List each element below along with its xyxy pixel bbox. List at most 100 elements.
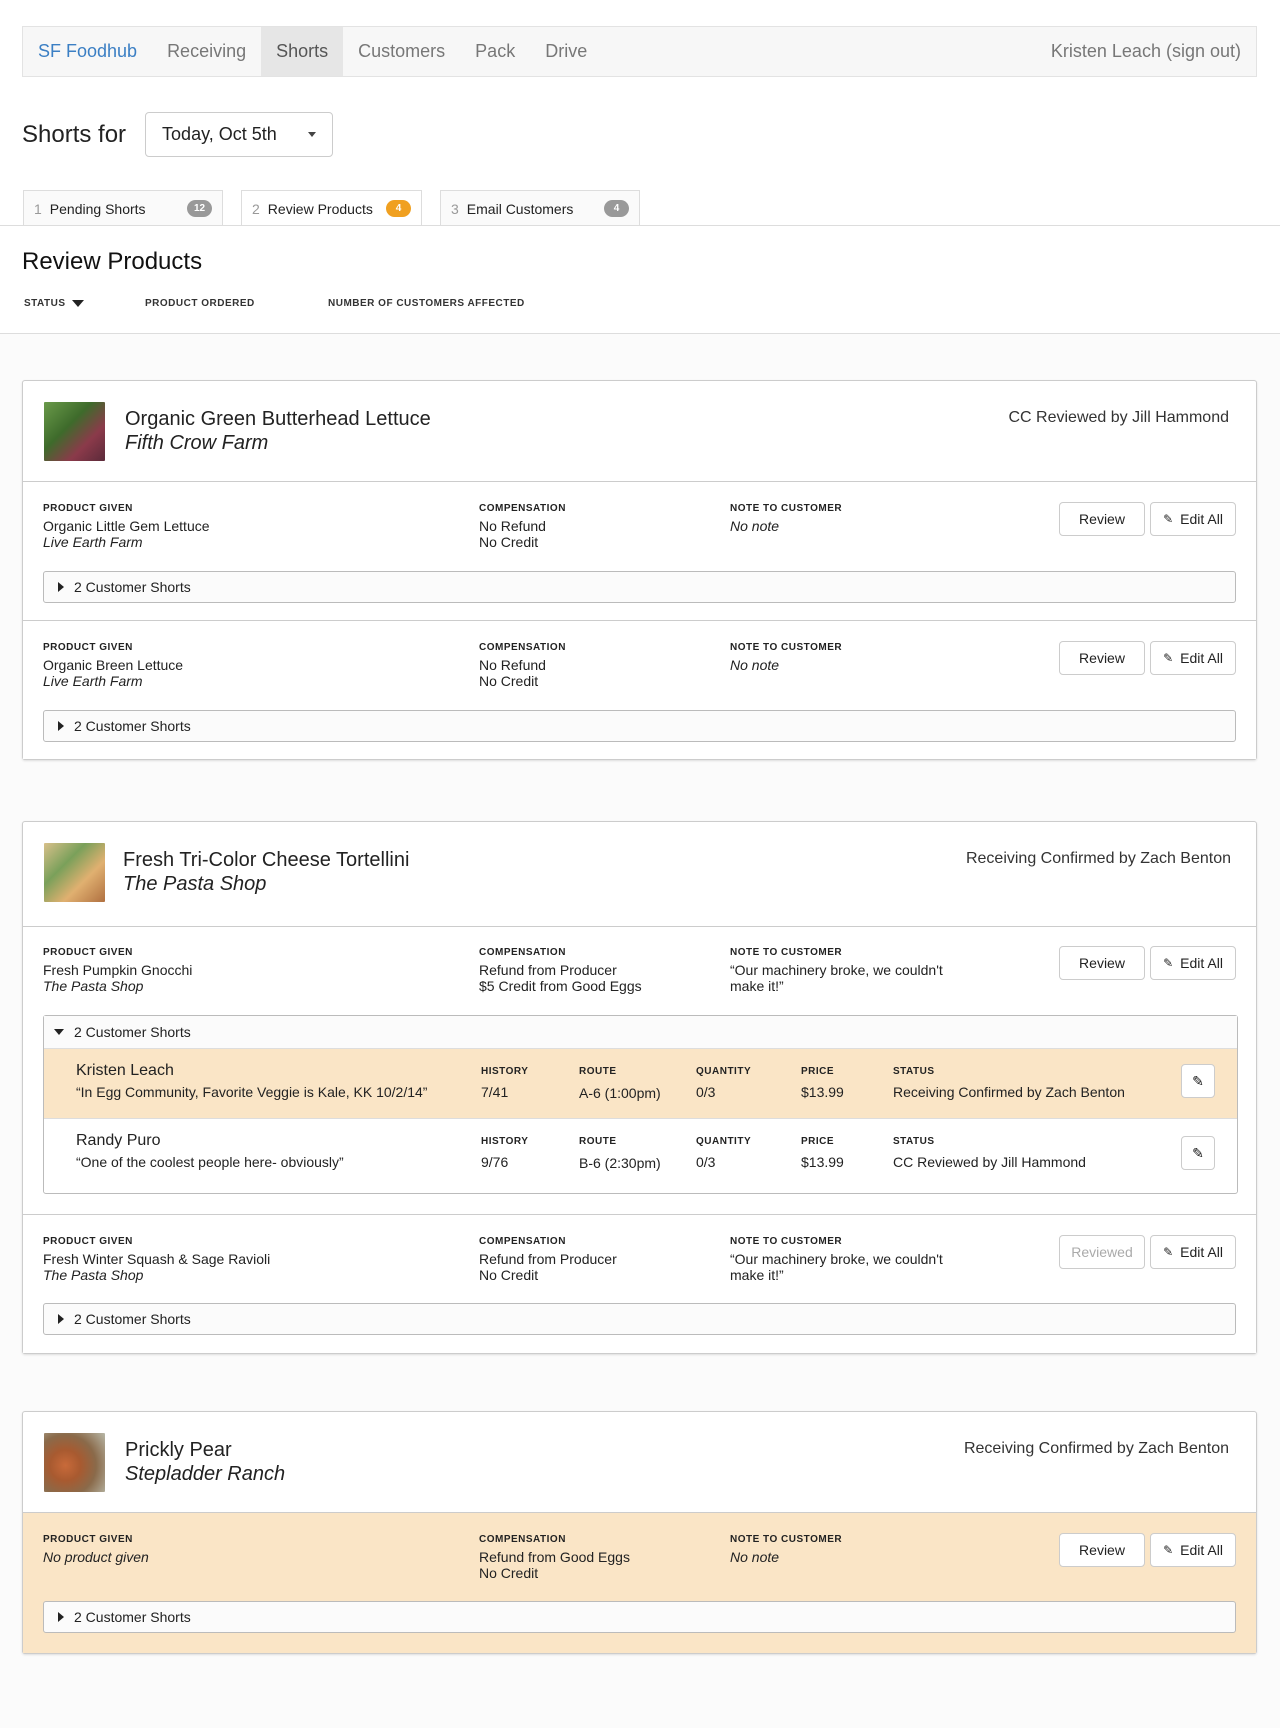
toggle-label: 2 Customer Shorts — [74, 579, 191, 595]
history-value: 7/41 — [481, 1084, 509, 1100]
button-label: Edit All — [1180, 955, 1223, 971]
customers-affected-header[interactable]: NUMBER OF CUSTOMERS AFFECTED — [328, 298, 525, 309]
card-header: Organic Green Butterhead Lettuce Fifth C… — [23, 381, 1256, 482]
nav-shorts[interactable]: Shorts — [261, 27, 344, 76]
pencil-icon: ✎ — [1163, 512, 1174, 526]
date-dropdown[interactable]: Today, Oct 5th — [145, 112, 334, 157]
customer-shorts-toggle[interactable]: 2 Customer Shorts — [44, 1016, 1237, 1049]
price-value: $13.99 — [801, 1154, 844, 1170]
credit-value: $5 Credit from Good Eggs — [479, 978, 642, 994]
status-value: Receiving Confirmed by Zach Benton — [893, 1084, 1125, 1100]
button-label: Edit All — [1180, 650, 1223, 666]
status-label: STATUS — [893, 1136, 935, 1147]
product-image — [44, 402, 105, 461]
product-given-name: Organic Breen Lettuce — [43, 657, 184, 673]
pencil-icon: ✎ — [1163, 1245, 1174, 1259]
compensation-label: COMPENSATION — [479, 642, 566, 653]
pencil-icon: ✎ — [1192, 1144, 1204, 1161]
route-label: ROUTE — [579, 1066, 617, 1077]
compensation-label: COMPENSATION — [479, 503, 566, 514]
note-value: No note — [730, 518, 780, 534]
edit-customer-short-button[interactable]: ✎ — [1181, 1064, 1215, 1098]
product-given-name: No product given — [43, 1549, 149, 1565]
section-title: Review Products — [22, 248, 203, 275]
product-image — [44, 843, 105, 902]
tab-label: Email Customers — [466, 200, 574, 217]
edit-all-button[interactable]: ✎ Edit All — [1150, 502, 1236, 536]
customer-shorts-toggle[interactable]: 2 Customer Shorts — [43, 1303, 1236, 1335]
toggle-label: 2 Customer Shorts — [74, 718, 191, 734]
substitution-row: PRODUCT GIVEN Organic Breen Lettuce Live… — [23, 621, 1256, 759]
shorts-for-header: Shorts for Today, Oct 5th — [22, 112, 334, 157]
customer-shorts-toggle[interactable]: 2 Customer Shorts — [43, 571, 1236, 603]
customer-shorts-panel: 2 Customer Shorts Kristen Leach “In Egg … — [43, 1015, 1238, 1194]
edit-all-button[interactable]: ✎ Edit All — [1150, 641, 1236, 675]
pencil-icon: ✎ — [1163, 1543, 1174, 1557]
customer-short-row: Kristen Leach “In Egg Community, Favorit… — [44, 1049, 1237, 1119]
nav-drive[interactable]: Drive — [530, 27, 602, 76]
customer-note: “One of the coolest people here- obvious… — [76, 1154, 344, 1170]
customer-shorts-toggle[interactable]: 2 Customer Shorts — [43, 710, 1236, 742]
product-ordered-header[interactable]: PRODUCT ORDERED — [145, 298, 255, 309]
product-name: Fresh Tri-Color Cheese Tortellini — [123, 849, 410, 871]
substitution-row: PRODUCT GIVEN Organic Little Gem Lettuce… — [23, 482, 1256, 621]
product-name: Prickly Pear — [125, 1439, 232, 1461]
review-products-header: Review Products STATUS PRODUCT ORDERED N… — [0, 226, 1280, 334]
quantity-value: 0/3 — [696, 1084, 716, 1100]
note-value-line2: make it!” — [730, 978, 784, 994]
user-signout-link[interactable]: Kristen Leach (sign out) — [1051, 27, 1256, 76]
review-button[interactable]: Review — [1059, 1533, 1145, 1567]
tab-email-customers[interactable]: 3 Email Customers 4 — [440, 190, 640, 226]
history-value: 9/76 — [481, 1154, 509, 1170]
customer-note: “In Egg Community, Favorite Veggie is Ka… — [76, 1084, 428, 1100]
card-header: Fresh Tri-Color Cheese Tortellini The Pa… — [23, 822, 1256, 927]
refund-value: Refund from Producer — [479, 962, 617, 978]
quantity-label: QUANTITY — [696, 1066, 752, 1077]
note-label: NOTE TO CUSTOMER — [730, 1534, 843, 1545]
product-given-label: PRODUCT GIVEN — [43, 947, 133, 958]
quantity-value: 0/3 — [696, 1154, 716, 1170]
note-value-line1: “Our machinery broke, we couldn't — [730, 1251, 943, 1267]
date-value: Today, Oct 5th — [162, 124, 277, 144]
edit-all-button[interactable]: ✎ Edit All — [1150, 946, 1236, 980]
review-button[interactable]: Review — [1059, 946, 1145, 980]
count-badge: 4 — [604, 200, 629, 217]
brand-link[interactable]: SF Foodhub — [23, 27, 152, 76]
product-given-farm: The Pasta Shop — [43, 1267, 144, 1283]
review-status: CC Reviewed by Jill Hammond — [1008, 409, 1229, 426]
reviewed-button[interactable]: Reviewed — [1059, 1235, 1145, 1269]
review-status: Receiving Confirmed by Zach Benton — [963, 1440, 1229, 1457]
tab-pending-shorts[interactable]: 1 Pending Shorts 12 — [23, 190, 223, 226]
edit-all-button[interactable]: ✎ Edit All — [1150, 1235, 1236, 1269]
credit-value: No Credit — [479, 1565, 539, 1581]
refund-value: Refund from Producer — [479, 1251, 617, 1267]
edit-customer-short-button[interactable]: ✎ — [1181, 1136, 1215, 1170]
button-label: Edit All — [1180, 1244, 1223, 1260]
caret-down-icon — [54, 1029, 64, 1035]
nav-pack[interactable]: Pack — [460, 27, 530, 76]
nav-customers[interactable]: Customers — [343, 27, 460, 76]
nav-receiving[interactable]: Receiving — [152, 27, 261, 76]
note-value: No note — [730, 1549, 780, 1565]
note-value-line1: “Our machinery broke, we couldn't — [730, 962, 943, 978]
tab-review-products[interactable]: 2 Review Products 4 — [241, 190, 422, 226]
caret-right-icon — [58, 582, 64, 592]
product-name: Organic Green Butterhead Lettuce — [125, 408, 431, 430]
review-button[interactable]: Review — [1059, 641, 1145, 675]
credit-value: No Credit — [479, 673, 539, 689]
product-given-label: PRODUCT GIVEN — [43, 1534, 133, 1545]
edit-all-button[interactable]: ✎ Edit All — [1150, 1533, 1236, 1567]
sort-down-icon — [71, 299, 84, 307]
price-label: PRICE — [801, 1136, 835, 1147]
toggle-label: 2 Customer Shorts — [74, 1609, 191, 1625]
status-sort-header[interactable]: STATUS — [24, 298, 84, 309]
product-given-label: PRODUCT GIVEN — [43, 642, 133, 653]
note-label: NOTE TO CUSTOMER — [730, 1236, 843, 1247]
substitution-row: PRODUCT GIVEN Fresh Pumpkin Gnocchi The … — [23, 927, 1256, 1215]
refund-value: No Refund — [479, 518, 546, 534]
customer-short-row: Randy Puro “One of the coolest people he… — [44, 1119, 1237, 1192]
customer-shorts-toggle[interactable]: 2 Customer Shorts — [43, 1601, 1236, 1633]
pencil-icon: ✎ — [1163, 651, 1174, 665]
farm-name: The Pasta Shop — [123, 873, 267, 895]
review-button[interactable]: Review — [1059, 502, 1145, 536]
